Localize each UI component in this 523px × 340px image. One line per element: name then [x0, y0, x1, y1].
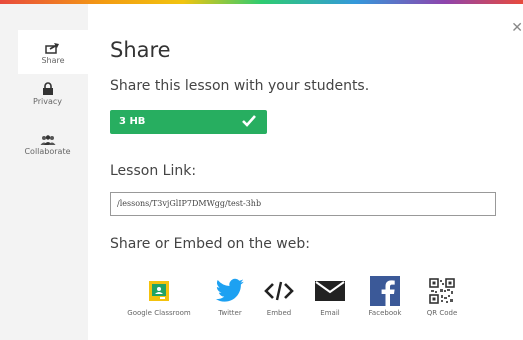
embed-code-icon	[264, 281, 294, 301]
share-option-label: QR Code	[426, 309, 458, 317]
share-option-label: Google Classroom	[127, 309, 191, 317]
twitter-icon	[215, 278, 244, 302]
google-classroom-icon	[149, 281, 169, 301]
class-select-button[interactable]: 3 HB	[110, 110, 267, 134]
share-embed-label: Share or Embed on the web:	[110, 236, 310, 252]
close-icon[interactable]: ✕	[511, 20, 523, 36]
share-option-label: Facebook	[368, 309, 402, 317]
lesson-link-field[interactable]: /lessons/T3vjGlIP7DMWgg/test-3hb	[110, 192, 496, 216]
dialog-subtitle: Share this lesson with your students.	[110, 78, 370, 94]
share-option-label: Embed	[266, 309, 292, 317]
sidebar-item-share[interactable]: Share	[18, 30, 88, 74]
google-classroom-button[interactable]: Google Classroom	[119, 276, 199, 317]
lock-icon	[42, 82, 53, 95]
facebook-button[interactable]: Facebook	[360, 276, 410, 317]
embed-button[interactable]: Embed	[257, 276, 301, 317]
qr-code-icon	[429, 278, 455, 304]
sidebar: Share Privacy Collaborate	[0, 4, 88, 340]
class-name: 3 HB	[119, 116, 146, 127]
sidebar-item-collaborate[interactable]: Collaborate	[10, 135, 85, 156]
twitter-button[interactable]: Twitter	[206, 276, 254, 317]
sidebar-item-label: Collaborate	[24, 147, 71, 156]
sidebar-item-label: Share	[41, 56, 65, 65]
sidebar-item-label: Privacy	[33, 97, 62, 106]
sidebar-item-privacy[interactable]: Privacy	[10, 82, 85, 106]
share-option-label: Email	[320, 309, 340, 317]
dialog-title: Share	[110, 38, 171, 62]
lesson-link-label: Lesson Link:	[110, 163, 197, 179]
people-icon	[40, 135, 55, 145]
share-option-label: Twitter	[218, 309, 242, 317]
checkmark-icon	[242, 115, 256, 127]
qr-code-button[interactable]: QR Code	[418, 276, 466, 317]
facebook-icon	[370, 276, 400, 306]
email-button[interactable]: Email	[308, 276, 352, 317]
email-icon	[315, 281, 345, 301]
share-icon	[45, 43, 59, 54]
